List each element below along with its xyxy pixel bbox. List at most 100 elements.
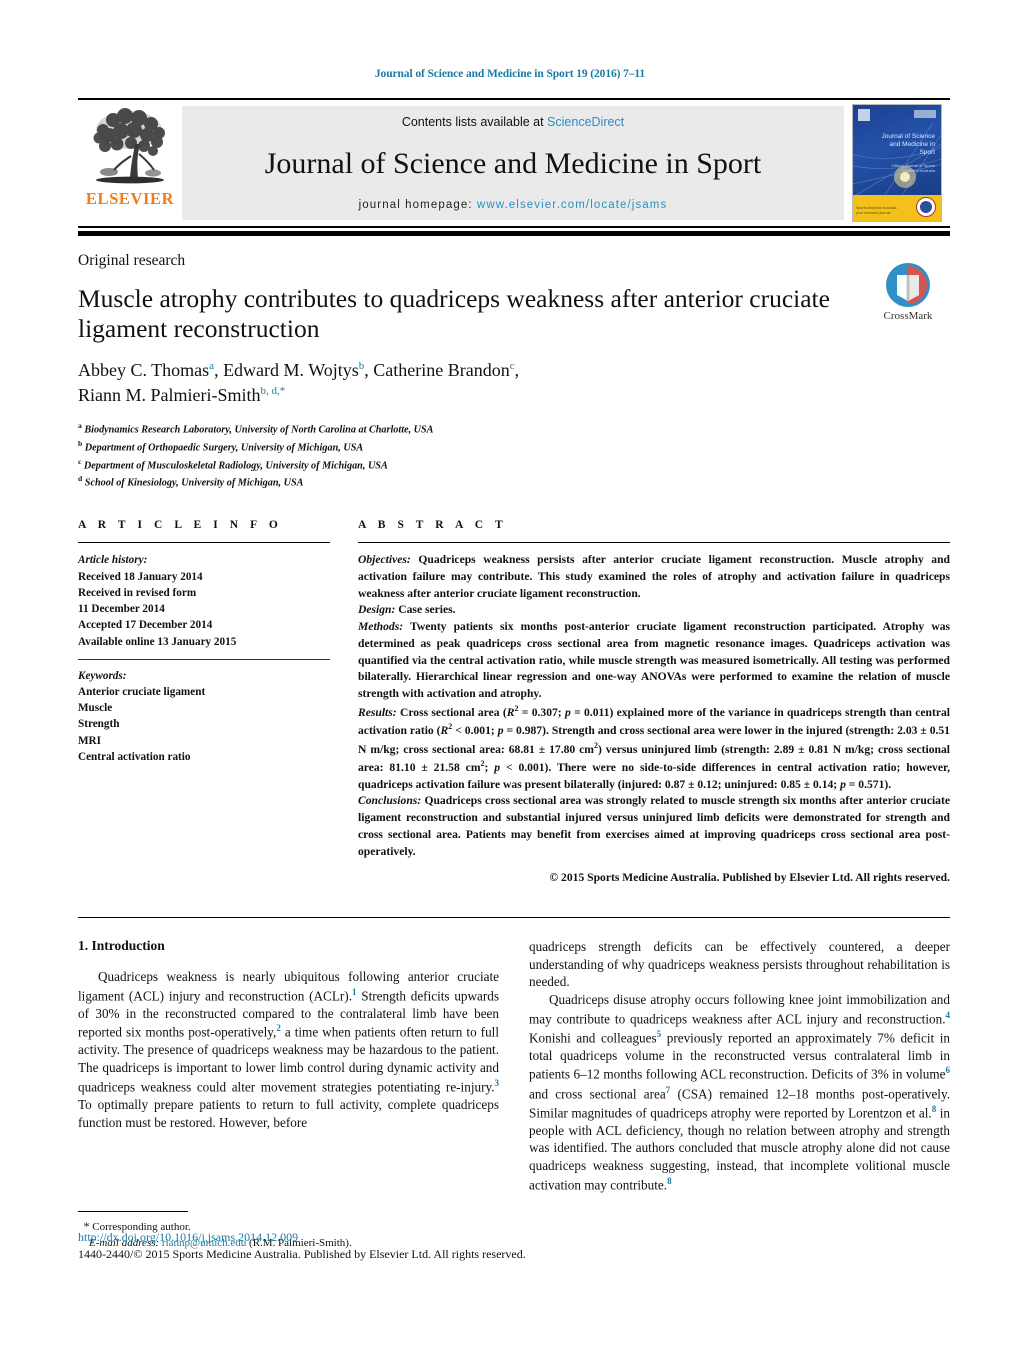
intro-p1-d: To optimally prepare patients to return … [78, 1096, 499, 1130]
keyword-4: Central activation ratio [78, 750, 191, 763]
article-info-heading: A R T I C L E I N F O [78, 519, 283, 532]
history-item-3: Accepted 17 December 2014 [78, 619, 213, 632]
body-column-right: quadriceps strength deficits can be effe… [529, 938, 950, 1194]
citation-ref-6[interactable]: 6 [946, 1065, 951, 1075]
affiliation-list: a Biodynamics Research Laboratory, Unive… [78, 420, 950, 492]
article-history-label: Article history: [78, 554, 148, 567]
body-column-left: 1. Introduction Quadriceps weakness is n… [78, 937, 499, 1249]
abstract-results-label: Results: [358, 705, 397, 719]
affiliation-mark-d: d [78, 474, 83, 484]
sciencedirect-link[interactable]: ScienceDirect [547, 115, 624, 129]
abstract-design: Design: Case series. [358, 602, 950, 619]
affiliation-d: d School of Kinesiology, University of M… [78, 473, 950, 491]
introduction-heading: 1. Introduction [78, 937, 165, 953]
elsevier-wordmark: ELSEVIER [85, 189, 175, 208]
affiliation-b: b Department of Orthopaedic Surgery, Uni… [78, 438, 950, 456]
abstract-results-t1: Cross sectional area ( [396, 705, 507, 719]
article-type-kicker: Original research [78, 252, 186, 269]
affiliation-mark-c: c [78, 456, 82, 466]
homepage-prefix: journal homepage: [358, 199, 477, 211]
keywords-block: Keywords: Anterior cruciate ligament Mus… [78, 668, 330, 765]
abstract-methods-label: Methods: [358, 620, 404, 634]
intro-p3-d: and cross sectional area [529, 1085, 666, 1101]
abstract-conclusions-text: Quadriceps cross sectional area was stro… [358, 794, 950, 858]
crossmark-label: CrossMark [883, 310, 933, 322]
introduction-paragraph-1: Quadriceps weakness is nearly ubiquitous… [78, 968, 499, 1131]
contents-prefix: Contents lists available at [401, 115, 548, 129]
abstract-copyright: © 2015 Sports Medicine Australia. Publis… [549, 871, 951, 885]
affiliation-c: c Department of Musculoskeletal Radiolog… [78, 456, 950, 474]
author-sep-3: , [514, 360, 520, 381]
doi-link[interactable]: http://dx.doi.org/10.1016/j.jsams.2014.1… [78, 1229, 778, 1246]
intro-p3-b: Konishi and colleagues [529, 1030, 657, 1046]
abstract-objectives-label: Objectives: [358, 553, 411, 567]
affiliation-mark-b: b [78, 438, 83, 448]
history-item-2: 11 December 2014 [78, 603, 165, 616]
article-info-column: A R T I C L E I N F O Article history: R… [78, 519, 330, 887]
keywords-label: Keywords: [78, 669, 127, 682]
abstract-bottom-rule [78, 916, 950, 918]
issn-copyright-line: 1440-2440/© 2015 Sports Medicine Austral… [78, 1247, 526, 1262]
cover-elsevier-mark [914, 110, 936, 118]
crossmark-icon [885, 262, 931, 308]
affiliation-text-b: Department of Orthopaedic Surgery, Unive… [84, 442, 364, 454]
affiliation-text-a: Biodynamics Research Laboratory, Univers… [84, 424, 434, 436]
abstract-design-label: Design: [358, 603, 396, 617]
article-info-rule-mid [78, 658, 330, 660]
author-name-4: Riann M. Palmieri-Smith [78, 384, 261, 405]
keyword-0: Anterior cruciate ligament [78, 686, 206, 699]
journal-cover-block: Journal of Science and Medicine in Sport… [844, 100, 950, 226]
article-history-block: Article history: Received 18 January 201… [78, 552, 330, 649]
cover-society-emblem [916, 197, 936, 217]
abstract-results-t4: < 0.001; [452, 723, 498, 737]
affiliation-a: a Biodynamics Research Laboratory, Unive… [78, 420, 950, 438]
introduction-paragraph-2: quadriceps strength deficits can be effe… [529, 938, 950, 990]
masthead-panel: Contents lists available at ScienceDirec… [182, 106, 844, 220]
journal-cover-image: Journal of Science and Medicine in Sport… [852, 104, 942, 222]
affiliation-mark-a: a [78, 420, 82, 430]
abstract-heading: A B S T R A C T [358, 519, 508, 532]
journal-homepage-link[interactable]: www.elsevier.com/locate/jsams [477, 199, 667, 211]
cover-band-text: Sports Medicine Australia peer reviewed … [856, 206, 897, 216]
cover-logo-mark [858, 109, 870, 121]
abstract-results-t7: ; [484, 761, 495, 775]
elsevier-tree-icon [93, 108, 165, 184]
article-info-rule-top [78, 542, 330, 544]
citation-ref-4[interactable]: 4 [946, 1010, 951, 1020]
info-abstract-row: A R T I C L E I N F O Article history: R… [78, 519, 950, 887]
history-item-4: Available online 13 January 2015 [78, 635, 237, 648]
author-mark-4: b, d, [260, 384, 280, 397]
abstract-results-t9: = 0.571). [845, 777, 892, 791]
author-sep-1: , [214, 360, 224, 381]
abstract-objectives-text: Quadriceps weakness persists after anter… [358, 553, 950, 600]
article-head: CrossMark Original research Muscle atrop… [78, 252, 950, 491]
abstract-objectives: Objectives: Quadriceps weakness persists… [358, 552, 950, 602]
journal-title: Journal of Science and Medicine in Sport [264, 147, 762, 180]
abstract-column: A B S T R A C T Objectives: Quadriceps w… [358, 519, 950, 887]
cover-title: Journal of Science and Medicine in Sport [881, 133, 935, 157]
elsevier-logo-block: ELSEVIER [78, 100, 182, 226]
abstract-methods-text: Twenty patients six months post-anterior… [358, 620, 950, 700]
running-head: Journal of Science and Medicine in Sport… [374, 68, 646, 80]
keyword-3: MRI [78, 734, 101, 747]
history-item-1: Received in revised form [78, 586, 197, 599]
footnote-rule [78, 1210, 188, 1212]
abstract-conclusions: Conclusions: Quadriceps cross sectional … [358, 793, 950, 860]
abstract-conclusions-label: Conclusions: [358, 794, 422, 808]
abstract-results: Results: Cross sectional area (R2 = 0.30… [358, 703, 950, 794]
citation-ref-3[interactable]: 3 [495, 1078, 500, 1088]
intro-p3-a: Quadriceps disuse atrophy occurs followi… [529, 991, 950, 1027]
crossmark-badge[interactable]: CrossMark [866, 262, 950, 322]
body-columns: 1. Introduction Quadriceps weakness is n… [78, 937, 950, 1249]
abstract-design-text: Case series. [395, 603, 456, 617]
introduction-paragraph-3: Quadriceps disuse atrophy occurs followi… [529, 991, 950, 1194]
page-title: Muscle atrophy contributes to quadriceps… [78, 284, 830, 344]
journal-homepage-line: journal homepage: www.elsevier.com/locat… [359, 199, 668, 211]
author-name-1: Abbey C. Thomas [78, 360, 210, 381]
citation-ref-8b[interactable]: 8 [667, 1176, 672, 1186]
history-item-0: Received 18 January 2014 [78, 570, 203, 583]
abstract-results-t2: = 0.307; [518, 705, 565, 719]
author-sep-2: , [364, 360, 374, 381]
journal-masthead: ELSEVIER Contents lists available at Sci… [78, 98, 950, 228]
author-name-3: Catherine Brandon [373, 360, 510, 381]
